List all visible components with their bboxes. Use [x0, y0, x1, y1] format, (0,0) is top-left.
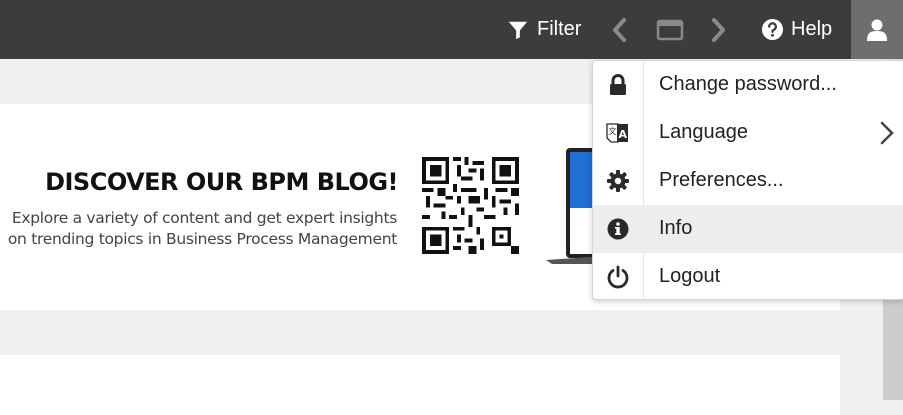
- svg-text:A: A: [619, 128, 628, 141]
- banner-description-line-1: Explore a variety of content and get exp…: [11, 209, 397, 227]
- back-button[interactable]: [610, 0, 628, 59]
- gear-icon: [606, 169, 630, 193]
- menu-item-label: Change password...: [659, 73, 837, 95]
- menu-item-preferences[interactable]: Preferences...: [593, 157, 903, 205]
- help-circle-icon: [761, 18, 784, 41]
- lock-icon: [606, 73, 630, 97]
- filter-button[interactable]: Filter: [507, 0, 581, 59]
- menu-item-label: Logout: [659, 265, 721, 287]
- window-button[interactable]: [656, 0, 684, 59]
- svg-text:文: 文: [609, 126, 617, 136]
- info-icon: [606, 217, 630, 241]
- window-icon: [656, 19, 684, 40]
- chevron-right-icon: [880, 121, 894, 145]
- power-icon: [606, 265, 630, 289]
- chevron-left-icon: [613, 17, 626, 42]
- banner-title: DISCOVER OUR BPM BLOG!: [45, 168, 398, 196]
- translate-icon: 文 A: [606, 121, 630, 145]
- qr-code-icon: [422, 157, 519, 254]
- menu-item-label: Info: [659, 217, 693, 239]
- menu-item-logout[interactable]: Logout: [593, 253, 903, 301]
- chevron-right-icon: [712, 17, 725, 42]
- content-panel: [0, 355, 840, 415]
- menu-item-language[interactable]: 文 A Language: [593, 109, 903, 157]
- top-toolbar: Filter Help: [0, 0, 903, 59]
- menu-item-info[interactable]: Info: [593, 205, 903, 253]
- menu-item-label: Language: [659, 121, 748, 143]
- help-button[interactable]: Help: [761, 0, 832, 59]
- banner-description-line-2: on trending topics in Business Process M…: [7, 230, 397, 248]
- user-menu-button[interactable]: [851, 0, 903, 59]
- filter-label: Filter: [537, 18, 582, 40]
- user-icon: [867, 19, 887, 41]
- user-dropdown-menu: Change password... 文 A Language Preferen…: [592, 60, 903, 300]
- scrollbar-thumb[interactable]: [883, 290, 903, 400]
- help-label: Help: [791, 18, 833, 40]
- banner-description: Explore a variety of content and get exp…: [0, 208, 397, 250]
- filter-icon: [508, 21, 528, 39]
- menu-item-change-password[interactable]: Change password...: [593, 61, 903, 109]
- forward-button[interactable]: [710, 0, 728, 59]
- menu-item-label: Preferences...: [659, 169, 784, 191]
